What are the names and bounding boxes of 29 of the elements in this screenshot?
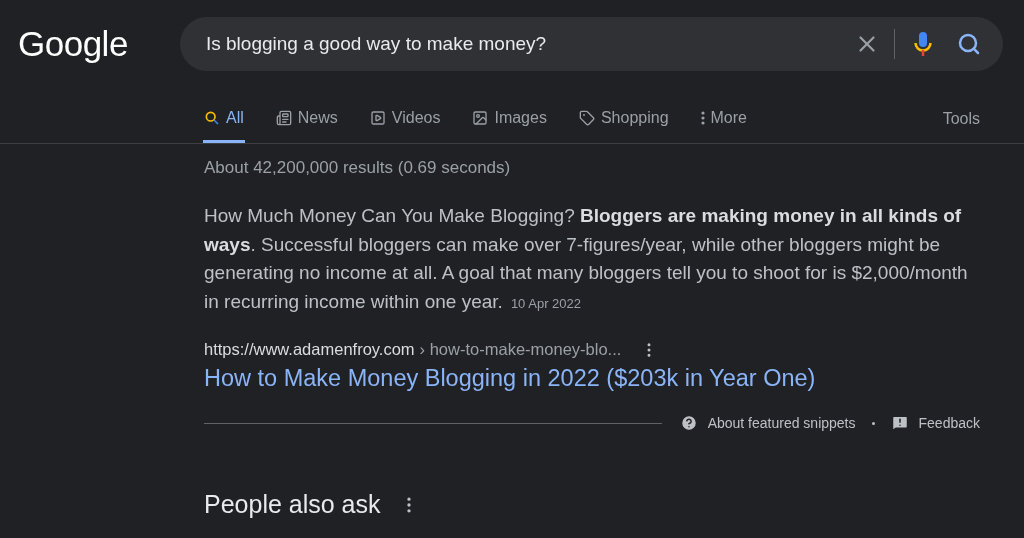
result-title-link[interactable]: How to Make Money Blogging in 2022 ($203k in Year One) (204, 365, 816, 392)
microphone-icon[interactable] (913, 30, 933, 58)
tab[interactable]: News (274, 99, 339, 143)
feedback-icon (890, 414, 909, 432)
url-breadcrumb: › how-to-make-money-blo... (419, 340, 622, 359)
separator-dot (871, 421, 875, 425)
image-icon (472, 109, 489, 126)
newspaper-icon (275, 109, 292, 126)
search-bar[interactable]: Is blogging a good way to make money? (180, 17, 1003, 71)
search-icon (204, 109, 220, 126)
section-heading: People also ask (204, 490, 381, 519)
tab[interactable]: All (203, 99, 245, 143)
search-icon[interactable] (957, 32, 981, 56)
snippet-text: How Much Money Can You Make Blogging? Bloggers are making money in all kinds of ways. Successful bloggers can make over 7-figures/year, while other bloggers might be generating no income at all. A goal that many bloggers tell you to shoot for is $2,000/month in recurring income within one year. 10 Apr 2022 (204, 204, 969, 314)
search-field[interactable]: Is blogging a good way to make money? (206, 33, 854, 55)
footer-link[interactable]: About featured snippets (707, 415, 856, 431)
footer-link[interactable]: Feedback (918, 415, 980, 431)
tab[interactable]: Images (471, 99, 548, 143)
help-icon (679, 414, 698, 432)
play-icon (369, 109, 386, 126)
logo[interactable]: Google (18, 24, 128, 64)
tab[interactable]: Videos (368, 99, 442, 143)
tag-icon (578, 109, 595, 126)
result-stats: About 42,200,000 results (0.69 seconds) (204, 158, 512, 178)
tools-button[interactable]: Tools (942, 99, 980, 143)
more-icon (700, 110, 705, 125)
tab[interactable]: Shopping (577, 99, 670, 143)
result-url: https://www.adamenfroy.com (204, 340, 415, 359)
tab[interactable]: More (699, 99, 748, 143)
